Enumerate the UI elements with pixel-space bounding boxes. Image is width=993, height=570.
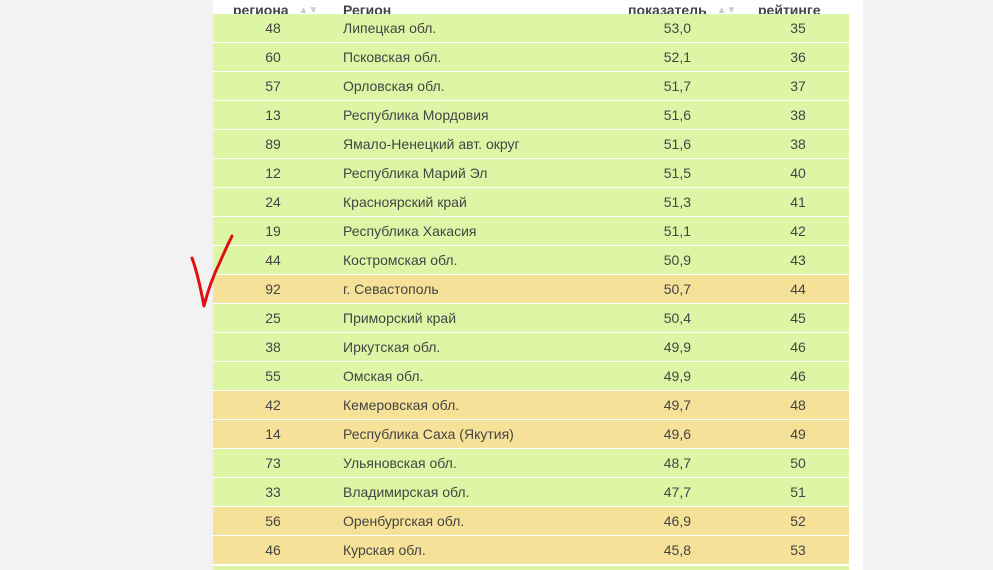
table-row: 24 Красноярский край 51,3 41	[213, 188, 849, 217]
indicator-value-cell: 46,9	[663, 513, 691, 529]
rank-cell: 43	[790, 252, 806, 268]
region-name-cell: Республика Марий Эл	[343, 165, 488, 181]
region-code-cell: 46	[265, 542, 281, 558]
rank-cell: 46	[790, 368, 806, 384]
table-row: 42 Кемеровская обл. 49,7 48	[213, 391, 849, 420]
region-code-cell: 13	[265, 107, 281, 123]
rank-cell: 52	[790, 513, 806, 529]
table-row: 38 Иркутская обл. 49,9 46	[213, 333, 849, 362]
region-name-cell: Псковская обл.	[343, 49, 442, 65]
region-name-cell: Республика Саха (Якутия)	[343, 426, 514, 442]
region-code-cell: 89	[265, 136, 281, 152]
table-row: 44 Костромская обл. 50,9 43	[213, 246, 849, 275]
rank-cell: 37	[790, 78, 806, 94]
rank-cell: 46	[790, 339, 806, 355]
table-row: 73 Ульяновская обл. 48,7 50	[213, 449, 849, 478]
table-row: 48 Липецкая обл. 53,0 35	[213, 14, 849, 43]
indicator-value-cell: 45,8	[663, 542, 691, 558]
rank-cell: 48	[790, 397, 806, 413]
region-code-cell: 73	[265, 455, 281, 471]
table-row: 33 Владимирская обл. 47,7 51	[213, 478, 849, 507]
region-code-cell: 42	[265, 397, 281, 413]
table-row: 92 г. Севастополь 50,7 44	[213, 275, 849, 304]
rank-cell: 42	[790, 223, 806, 239]
table-row: 12 Республика Марий Эл 51,5 40	[213, 159, 849, 188]
region-code-cell: 12	[265, 165, 281, 181]
rank-cell: 51	[790, 484, 806, 500]
region-name-cell: Оренбургская обл.	[343, 513, 465, 529]
region-name-cell: Красноярский край	[343, 194, 467, 210]
table-row: 25 Приморский край 50,4 45	[213, 304, 849, 333]
indicator-value-cell: 51,7	[663, 78, 691, 94]
indicator-value-cell: 50,4	[663, 310, 691, 326]
region-name-cell: Республика Хакасия	[343, 223, 477, 239]
indicator-value-cell: 48,7	[663, 455, 691, 471]
rank-cell: 36	[790, 49, 806, 65]
table-row: 46 Курская обл. 45,8 53	[213, 536, 849, 565]
table-row: 55 Омская обл. 49,9 46	[213, 362, 849, 391]
indicator-value-cell: 51,5	[663, 165, 691, 181]
indicator-value-cell: 47,7	[663, 484, 691, 500]
ranking-table: региона ▲▼ Регион показатель ▲▼ рейтинге…	[213, 0, 849, 570]
table-row: 19 Республика Хакасия 51,1 42	[213, 217, 849, 246]
region-name-cell: Курская обл.	[343, 542, 426, 558]
indicator-value-cell: 49,7	[663, 397, 691, 413]
indicator-value-cell: 51,6	[663, 107, 691, 123]
region-code-cell: 38	[265, 339, 281, 355]
table-row: 13 Республика Мордовия 51,6 38	[213, 101, 849, 130]
region-code-cell: 57	[265, 78, 281, 94]
rank-cell: 50	[790, 455, 806, 471]
rank-cell: 40	[790, 165, 806, 181]
indicator-value-cell: 51,1	[663, 223, 691, 239]
table-row: 14 Республика Саха (Якутия) 49,6 49	[213, 420, 849, 449]
region-name-cell: Липецкая обл.	[343, 20, 437, 36]
rank-cell: 45	[790, 310, 806, 326]
region-code-cell: 56	[265, 513, 281, 529]
rank-cell: 38	[790, 107, 806, 123]
rank-cell: 35	[790, 20, 806, 36]
region-code-cell: 14	[265, 426, 281, 442]
region-name-cell: Орловская обл.	[343, 78, 445, 94]
indicator-value-cell: 50,9	[663, 252, 691, 268]
rank-cell: 38	[790, 136, 806, 152]
indicator-value-cell: 49,6	[663, 426, 691, 442]
table-body: 48 Липецкая обл. 53,0 35 60 Псковская об…	[213, 14, 849, 565]
handwritten-checkmark-icon	[190, 234, 234, 308]
rank-cell: 53	[790, 542, 806, 558]
indicator-value-cell: 51,3	[663, 194, 691, 210]
next-row-peek	[213, 566, 849, 570]
region-name-cell: Иркутская обл.	[343, 339, 441, 355]
region-name-cell: Приморский край	[343, 310, 457, 326]
table-row: 89 Ямало-Ненецкий авт. округ 51,6 38	[213, 130, 849, 159]
region-code-cell: 33	[265, 484, 281, 500]
table-row: 56 Оренбургская обл. 46,9 52	[213, 507, 849, 536]
region-name-cell: Кемеровская обл.	[343, 397, 460, 413]
region-name-cell: Ульяновская обл.	[343, 455, 457, 471]
region-name-cell: Владимирская обл.	[343, 484, 470, 500]
indicator-value-cell: 50,7	[663, 281, 691, 297]
rank-cell: 41	[790, 194, 806, 210]
region-code-cell: 24	[265, 194, 281, 210]
region-code-cell: 48	[265, 20, 281, 36]
region-name-cell: Ямало-Ненецкий авт. округ	[343, 136, 520, 152]
table-row: 57 Орловская обл. 51,7 37	[213, 72, 849, 101]
rank-cell: 44	[790, 281, 806, 297]
region-name-cell: г. Севастополь	[343, 281, 439, 297]
region-code-cell: 60	[265, 49, 281, 65]
table-row: 60 Псковская обл. 52,1 36	[213, 43, 849, 72]
region-name-cell: Республика Мордовия	[343, 107, 489, 123]
indicator-value-cell: 49,9	[663, 339, 691, 355]
indicator-value-cell: 53,0	[663, 20, 691, 36]
indicator-value-cell: 52,1	[663, 49, 691, 65]
indicator-value-cell: 51,6	[663, 136, 691, 152]
rank-cell: 49	[790, 426, 806, 442]
indicator-value-cell: 49,9	[663, 368, 691, 384]
region-name-cell: Костромская обл.	[343, 252, 458, 268]
region-name-cell: Омская обл.	[343, 368, 424, 384]
region-code-cell: 55	[265, 368, 281, 384]
